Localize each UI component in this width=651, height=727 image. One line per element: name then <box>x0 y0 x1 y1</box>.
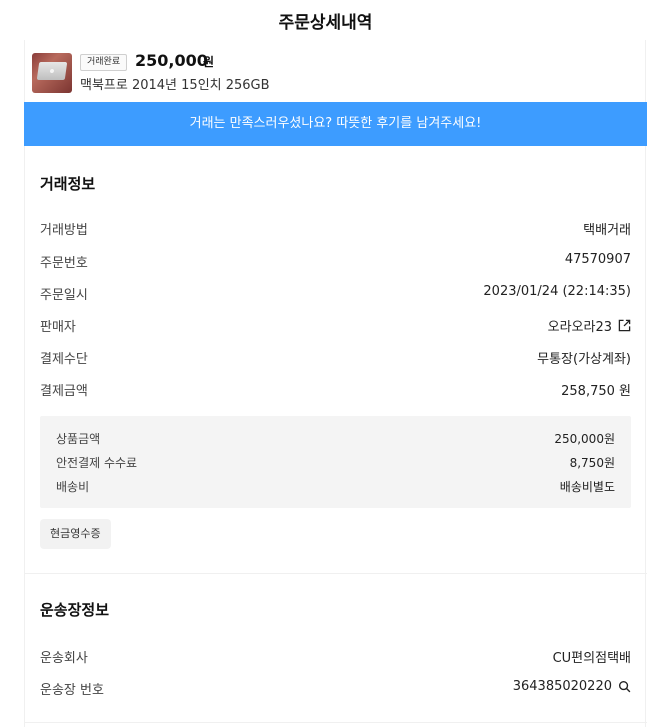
trade-method-row: 거래방법 택배거래 <box>40 219 631 239</box>
payment-amount-row: 결제금액 258,750 원 <box>40 380 631 400</box>
shipping-company-row: 운송회사 CU편의점택배 <box>40 647 631 667</box>
external-link-icon[interactable] <box>618 319 631 332</box>
bottom-divider <box>24 722 647 723</box>
breakdown-row-product-amount: 상품금액 250,000원 <box>56 430 615 448</box>
order-number-row: 주문번호 47570907 <box>40 252 631 272</box>
tracking-number-value[interactable]: 364385020220 <box>513 679 612 694</box>
breakdown-value: 배송비별도 <box>559 480 615 494</box>
payment-method-label: 결제수단 <box>40 352 88 367</box>
tracking-number-label: 운송장 번호 <box>40 683 104 698</box>
order-number-label: 주문번호 <box>40 256 88 271</box>
status-badge: 거래완료 <box>80 54 128 71</box>
payment-method-row: 결제수단 무통장(가상계좌) <box>40 348 631 368</box>
product-price: 250,000 <box>135 51 208 70</box>
breakdown-label: 상품금액 <box>56 432 101 446</box>
product-price-unit: 원 <box>203 55 215 69</box>
section-divider <box>24 573 647 574</box>
search-icon[interactable] <box>618 680 631 693</box>
order-number-value: 47570907 <box>564 252 631 267</box>
order-date-row: 주문일시 2023/01/24 (22:14:35) <box>40 284 631 304</box>
breakdown-row-safe-payment-fee: 안전결제 수수료 8,750원 <box>56 454 615 472</box>
seller-link[interactable]: 오라오라23 <box>548 316 631 335</box>
tracking-lookup[interactable]: 364385020220 <box>513 679 631 694</box>
trade-method-value: 택배거래 <box>583 223 631 238</box>
breakdown-label: 배송비 <box>56 480 90 494</box>
payment-amount-label: 결제금액 <box>40 384 88 399</box>
seller-name[interactable]: 오라오라23 <box>548 316 612 335</box>
seller-label: 판매자 <box>40 320 76 335</box>
order-date-value: 2023/01/24 (22:14:35) <box>483 284 631 299</box>
laptop-image <box>36 62 68 80</box>
payment-breakdown: 상품금액 250,000원 안전결제 수수료 8,750원 배송비 배송비별도 <box>40 416 631 508</box>
shipping-company-value: CU편의점택배 <box>552 651 631 666</box>
page-title: 주문상세내역 <box>278 13 373 33</box>
product-name: 맥북프로 2014년 15인치 256GB <box>80 78 270 93</box>
review-request-banner[interactable]: 거래는 만족스러우셨나요? 따뜻한 후기를 남겨주세요! <box>24 102 647 146</box>
cash-receipt-button[interactable]: 현금영수증 <box>40 519 111 549</box>
shipping-company-label: 운송회사 <box>40 651 88 666</box>
tracking-number-row: 운송장 번호 364385020220 <box>40 679 631 699</box>
shipping-info-title: 운송장정보 <box>40 601 110 619</box>
trade-method-label: 거래방법 <box>40 223 88 238</box>
breakdown-value: 250,000원 <box>554 432 615 446</box>
breakdown-label: 안전결제 수수료 <box>56 456 138 470</box>
breakdown-value: 8,750원 <box>569 456 615 470</box>
product-thumbnail <box>32 53 72 93</box>
seller-row: 판매자 오라오라23 <box>40 316 631 336</box>
order-date-label: 주문일시 <box>40 288 88 303</box>
payment-method-value: 무통장(가상계좌) <box>537 352 631 367</box>
payment-amount-value: 258,750 원 <box>561 384 631 399</box>
breakdown-row-shipping-fee: 배송비 배송비별도 <box>56 478 615 496</box>
trade-info-title: 거래정보 <box>40 175 96 193</box>
